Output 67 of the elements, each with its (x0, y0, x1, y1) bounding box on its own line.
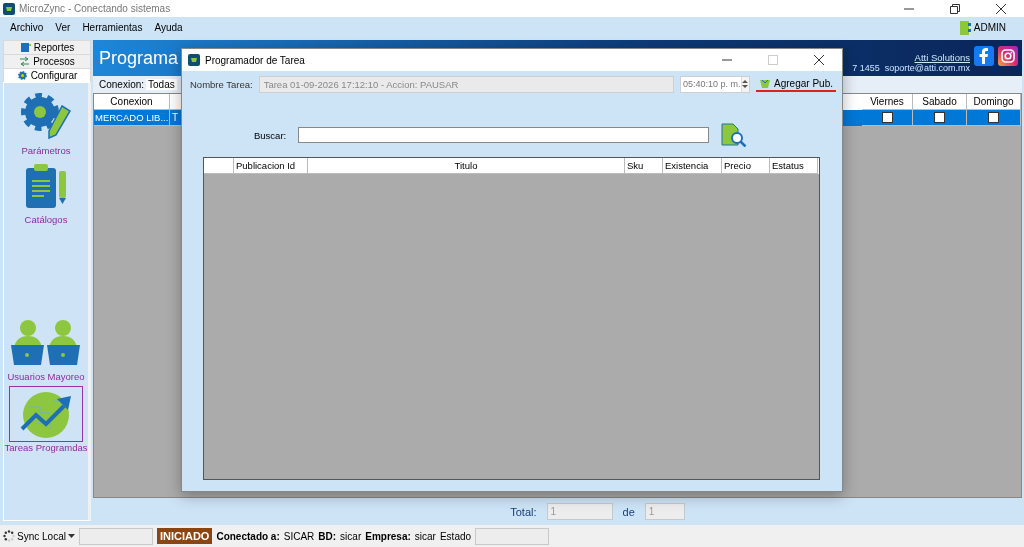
book-icon (19, 42, 31, 53)
sidebar-tab[interactable]: Configurar (3, 68, 91, 82)
minimize-icon (904, 7, 914, 10)
basket-icon (759, 77, 772, 89)
table-cell: MERCADO LIB... (94, 110, 170, 126)
filter-value[interactable]: Todas (146, 79, 177, 90)
close-icon (814, 55, 824, 65)
checkbox[interactable] (881, 112, 893, 123)
minimize-icon (722, 59, 732, 61)
sidebar-tab[interactable]: Reportes (3, 40, 91, 54)
spinner-arrows-icon[interactable] (742, 79, 749, 89)
gear-icon (16, 70, 28, 81)
status-label: Empresa: (365, 530, 411, 542)
app-icon (188, 54, 200, 66)
sync-dropdown[interactable]: Sync Local (3, 530, 75, 542)
maximize-icon (768, 55, 778, 65)
status-label: BD: (318, 530, 337, 542)
name-label: Nombre Tarea: (190, 78, 253, 90)
column-header: Existencia (663, 158, 722, 174)
spinner-icon (3, 530, 15, 542)
sidebar-item[interactable]: Catálogos (19, 160, 73, 225)
clipboard-icon (24, 163, 68, 211)
dialog-title: Programador de Tarea (205, 54, 305, 66)
status-value: sicar (414, 530, 436, 542)
count-field: 1 (644, 503, 685, 520)
users-laptop-icon (10, 318, 82, 368)
sidebar-item[interactable]: Parámetros (13, 85, 79, 156)
app-icon (3, 2, 15, 15)
page-title: Programa (99, 47, 179, 69)
add-button[interactable]: Agregar Pub. (756, 76, 836, 92)
column-header: Estatus (770, 158, 818, 174)
status-label: Estado (439, 530, 472, 542)
column-header: Publicacion Id (234, 158, 308, 174)
search-label: Buscar: (254, 129, 287, 141)
column-header: Titulo (308, 158, 625, 174)
sidebar-tab[interactable]: Procesos (3, 54, 91, 68)
close-icon (996, 3, 1006, 14)
window-title: MicroZync - Conectando sistemas (19, 3, 171, 14)
facebook-icon[interactable] (974, 45, 994, 66)
user-button[interactable]: ADMIN (952, 19, 1012, 36)
checkbox[interactable] (988, 112, 999, 123)
instagram-icon[interactable] (998, 45, 1018, 66)
time-field[interactable]: 05:40:10 p. m. (680, 75, 751, 93)
status-label: Conectado a: (216, 530, 280, 542)
search-field[interactable] (298, 127, 710, 143)
of-label: de (622, 505, 635, 518)
menu-item[interactable]: Herramientas (76, 20, 149, 35)
arrows-icon (19, 56, 31, 67)
total-field: 1 (546, 503, 613, 520)
total-label: Total: (510, 505, 537, 518)
status-value: sicar (340, 530, 362, 542)
restore-icon (950, 3, 960, 14)
caret-icon (67, 534, 75, 538)
filter-label: Conexion: (99, 79, 145, 90)
column-header: Sku (625, 158, 663, 174)
sidebar-item[interactable]: Usuarios Mayoreo (5, 315, 87, 382)
status-badge: INICIADO (156, 528, 213, 544)
status-value: SICAR (283, 530, 315, 542)
notebook-icon (958, 20, 971, 35)
menu-item[interactable]: Ayuda (148, 20, 189, 35)
menu-item[interactable]: Ver (49, 20, 77, 35)
menu-item[interactable]: Archivo (4, 20, 50, 35)
column-header: Precio (722, 158, 770, 174)
company-link[interactable]: Atti Solutions (914, 51, 970, 63)
checkbox[interactable] (934, 112, 945, 123)
document-search-icon[interactable] (721, 123, 748, 147)
contact-text: 7 1455 soporte@atti.com.mx (852, 62, 970, 73)
